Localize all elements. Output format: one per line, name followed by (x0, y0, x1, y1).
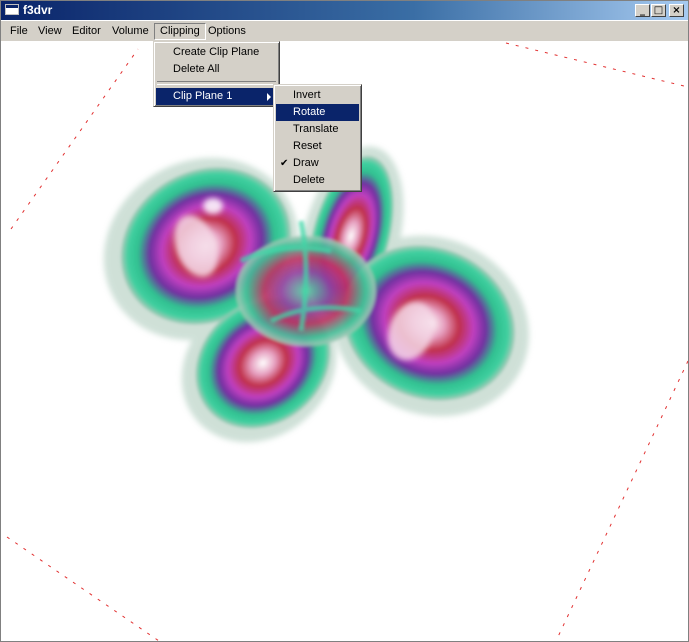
app-window: f3dvr _ □ × File View Editor Volume Clip… (0, 0, 689, 642)
close-icon: × (672, 5, 681, 16)
submenu-item-reset[interactable]: Reset (276, 138, 359, 155)
menu-item-delete-all[interactable]: Delete All (156, 61, 277, 78)
menu-item-create-clip-plane[interactable]: Create Clip Plane (156, 44, 277, 61)
close-button[interactable]: × (669, 4, 684, 17)
submenu-item-label: Draw (293, 157, 319, 169)
menu-file[interactable]: File (5, 23, 33, 40)
chevron-right-icon (267, 93, 271, 101)
menu-editor[interactable]: Editor (67, 23, 106, 40)
menu-volume[interactable]: Volume (107, 23, 154, 40)
menu-item-label: Clip Plane 1 (173, 90, 233, 102)
app-icon[interactable] (5, 4, 19, 15)
clip-plane-submenu: Invert Rotate Translate Reset ✔ Draw Del… (273, 84, 362, 192)
minimize-icon: _ (640, 5, 645, 16)
menu-bar: File View Editor Volume Clipping Options (1, 21, 688, 41)
submenu-item-rotate[interactable]: Rotate (276, 104, 359, 121)
minimize-button[interactable]: _ (635, 4, 650, 17)
submenu-item-translate[interactable]: Translate (276, 121, 359, 138)
submenu-item-delete[interactable]: Delete (276, 172, 359, 189)
menu-options[interactable]: Options (203, 23, 251, 40)
submenu-item-invert[interactable]: Invert (276, 87, 359, 104)
clipping-menu: Create Clip Plane Delete All Clip Plane … (153, 41, 280, 107)
menu-clipping[interactable]: Clipping (154, 23, 206, 40)
submenu-item-draw[interactable]: ✔ Draw (276, 155, 359, 172)
check-icon: ✔ (280, 158, 289, 169)
maximize-button[interactable]: □ (651, 4, 666, 17)
menu-separator (157, 81, 276, 85)
menu-item-clip-plane-1[interactable]: Clip Plane 1 (156, 88, 277, 105)
menu-view[interactable]: View (33, 23, 67, 40)
maximize-icon: □ (653, 5, 664, 16)
title-bar[interactable]: f3dvr _ □ × (1, 1, 688, 20)
window-title: f3dvr (23, 3, 53, 17)
